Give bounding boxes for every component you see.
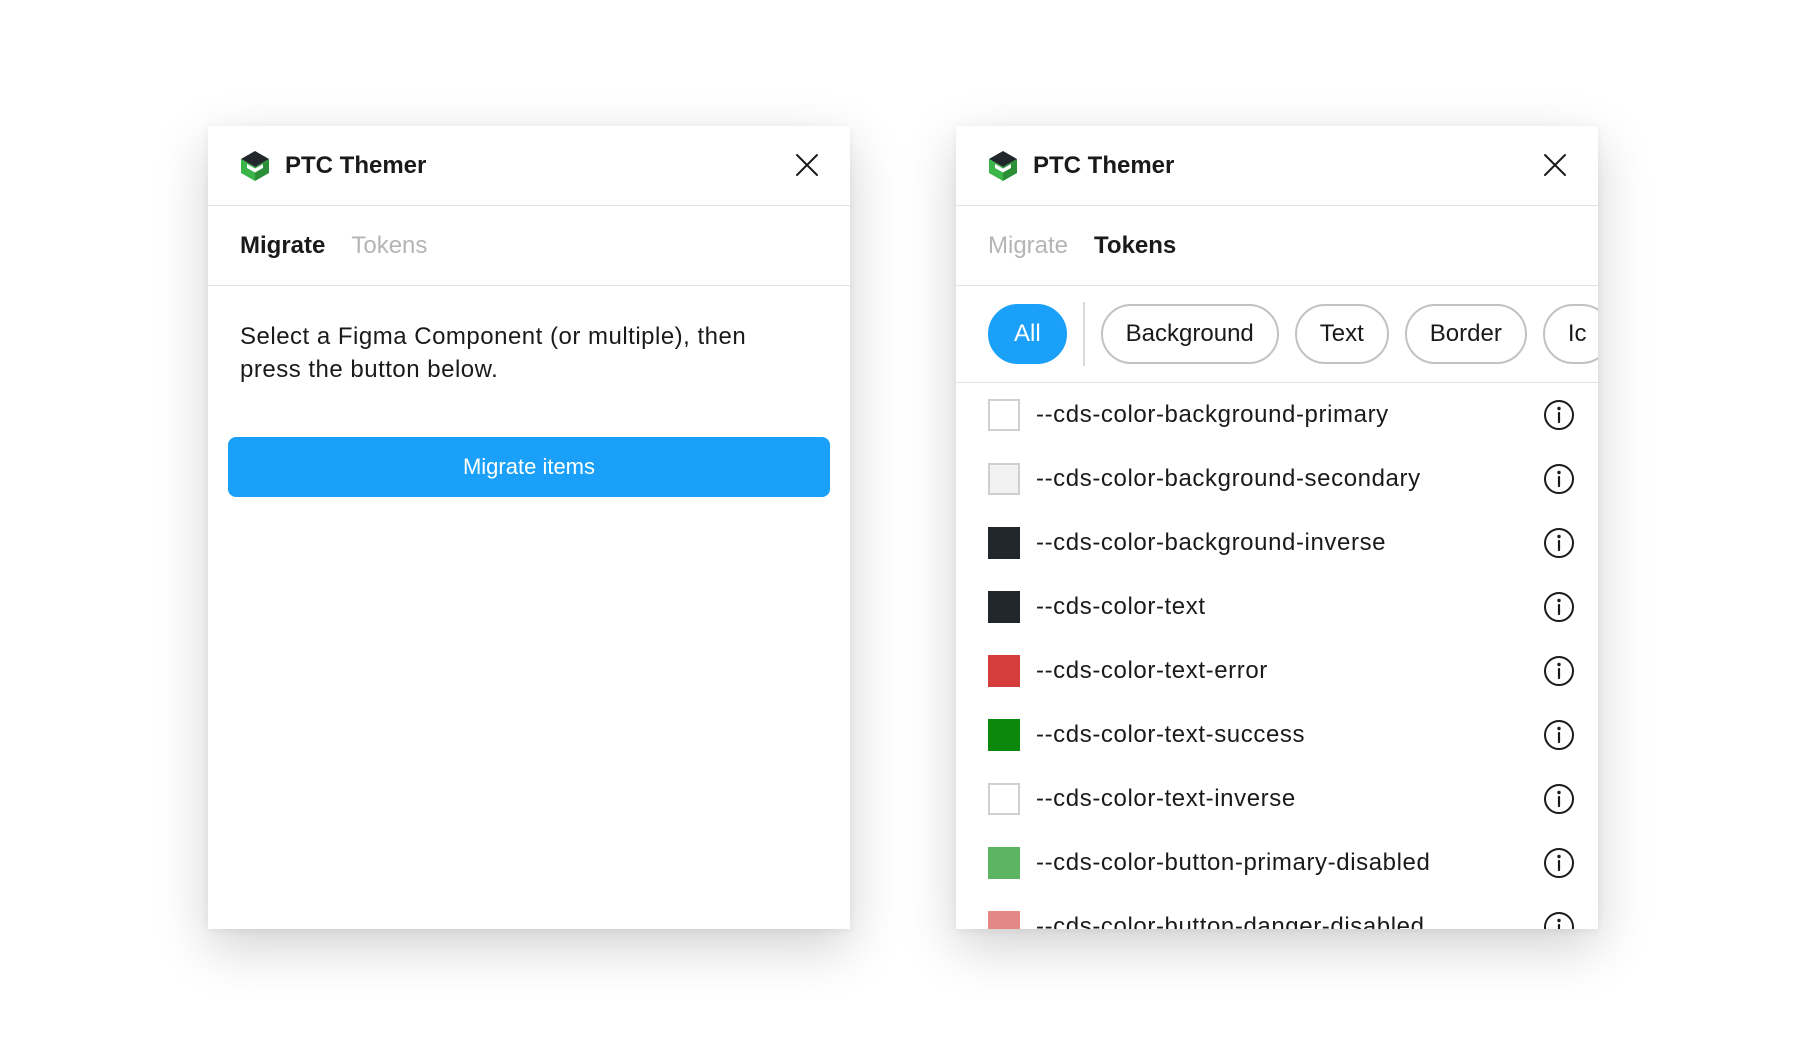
info-button[interactable]: [1542, 398, 1576, 432]
filter-chip-all[interactable]: All: [988, 304, 1067, 364]
filter-chip-border[interactable]: Border: [1404, 304, 1527, 364]
info-button[interactable]: [1542, 526, 1576, 560]
token-color-swatch: [988, 847, 1020, 879]
info-icon: [1544, 720, 1574, 750]
themer-panel-tokens: PTC Themer Migrate Tokens All Background…: [956, 126, 1598, 929]
info-button[interactable]: [1542, 462, 1576, 496]
info-icon: [1544, 528, 1574, 558]
info-button[interactable]: [1542, 846, 1576, 880]
token-row[interactable]: --cds-color-text-error: [956, 639, 1598, 703]
tab-tokens[interactable]: Tokens: [1094, 232, 1176, 260]
token-row[interactable]: --cds-color-background-primary: [956, 383, 1598, 447]
token-row[interactable]: --cds-color-text-success: [956, 703, 1598, 767]
token-color-swatch: [988, 655, 1020, 687]
close-icon: [1544, 154, 1566, 176]
token-row[interactable]: --cds-color-text-inverse: [956, 767, 1598, 831]
token-name: --cds-color-text-inverse: [1036, 785, 1296, 812]
info-icon: [1544, 848, 1574, 878]
token-filter-bar: All Background Text Border Ic: [956, 286, 1598, 383]
info-icon: [1544, 464, 1574, 494]
info-button[interactable]: [1542, 654, 1576, 688]
token-color-swatch: [988, 527, 1020, 559]
info-button[interactable]: [1542, 910, 1576, 929]
token-color-swatch: [988, 591, 1020, 623]
app-title: PTC Themer: [285, 151, 427, 179]
info-button[interactable]: [1542, 718, 1576, 752]
tab-bar: Migrate Tokens: [208, 206, 850, 286]
token-name: --cds-color-background-inverse: [1036, 529, 1387, 556]
token-name: --cds-color-button-primary-disabled: [1036, 849, 1431, 876]
close-icon: [796, 154, 818, 176]
info-icon: [1544, 912, 1574, 929]
info-button[interactable]: [1542, 590, 1576, 624]
panel-header: PTC Themer: [956, 126, 1598, 206]
info-icon: [1544, 592, 1574, 622]
migrate-instructions: Select a Figma Component (or multiple), …: [240, 323, 747, 383]
token-color-swatch: [988, 911, 1020, 929]
info-icon: [1544, 656, 1574, 686]
token-color-swatch: [988, 399, 1020, 431]
token-color-swatch: [988, 719, 1020, 751]
info-button[interactable]: [1542, 782, 1576, 816]
filter-chip-icon[interactable]: Ic: [1542, 304, 1598, 364]
token-name: --cds-color-background-primary: [1036, 401, 1389, 428]
filter-chip-background[interactable]: Background: [1100, 304, 1279, 364]
tab-bar: Migrate Tokens: [956, 206, 1598, 286]
token-row[interactable]: --cds-color-text: [956, 575, 1598, 639]
migrate-items-button[interactable]: Migrate items: [228, 437, 830, 497]
close-button[interactable]: [788, 146, 826, 184]
token-color-swatch: [988, 463, 1020, 495]
filter-divider: [1082, 302, 1085, 366]
tab-tokens[interactable]: Tokens: [351, 232, 427, 260]
token-row[interactable]: --cds-color-background-secondary: [956, 447, 1598, 511]
token-name: --cds-color-text: [1036, 593, 1206, 620]
ptc-logo-icon: [239, 150, 271, 182]
themer-panel-migrate: PTC Themer Migrate Tokens Select a Figma…: [208, 126, 850, 929]
token-name: --cds-color-background-secondary: [1036, 465, 1421, 492]
token-list: --cds-color-background-primary --cds-colo…: [956, 383, 1598, 929]
tab-migrate[interactable]: Migrate: [988, 232, 1068, 260]
filter-chip-text[interactable]: Text: [1294, 304, 1389, 364]
close-button[interactable]: [1536, 146, 1574, 184]
token-row[interactable]: --cds-color-button-primary-disabled: [956, 831, 1598, 895]
token-row[interactable]: --cds-color-button-danger-disabled: [956, 895, 1598, 929]
ptc-logo-icon: [987, 150, 1019, 182]
tab-migrate[interactable]: Migrate: [240, 232, 325, 260]
info-icon: [1544, 784, 1574, 814]
info-icon: [1544, 400, 1574, 430]
token-name: --cds-color-button-danger-disabled: [1036, 913, 1425, 929]
token-name: --cds-color-text-success: [1036, 721, 1306, 748]
token-name: --cds-color-text-error: [1036, 657, 1268, 684]
app-title: PTC Themer: [1033, 151, 1175, 179]
panel-header: PTC Themer: [208, 126, 850, 206]
token-color-swatch: [988, 783, 1020, 815]
token-row[interactable]: --cds-color-background-inverse: [956, 511, 1598, 575]
